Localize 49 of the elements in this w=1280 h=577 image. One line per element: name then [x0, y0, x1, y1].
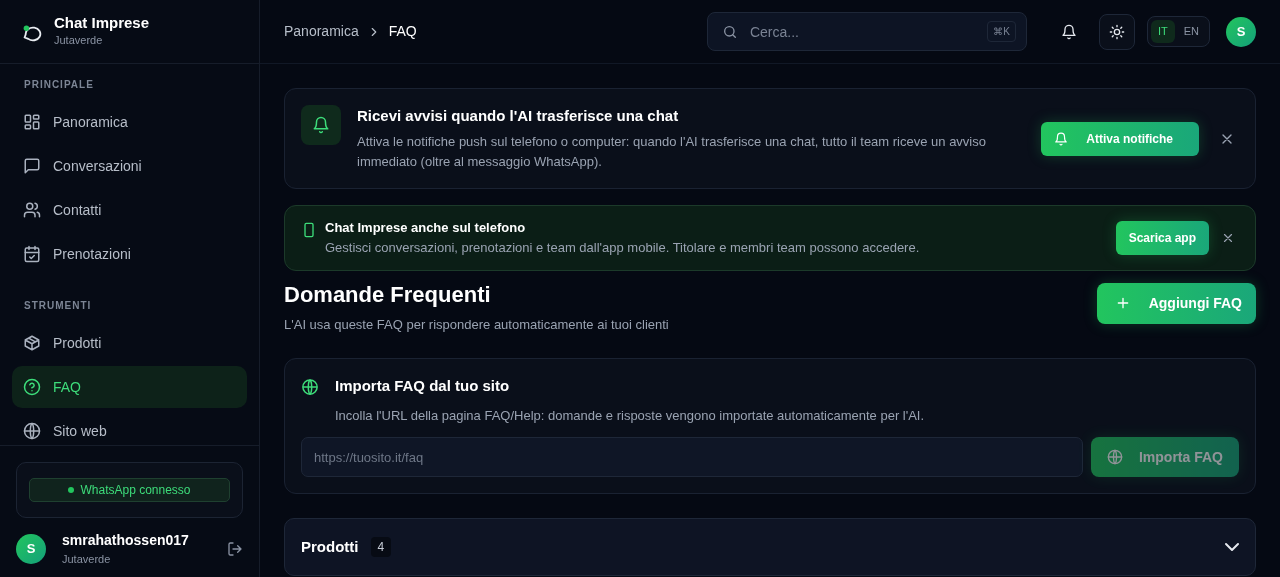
breadcrumb-current: FAQ: [388, 22, 417, 41]
banner-title: Ricevi avvisi quando l'AI trasferisce una chat: [357, 106, 680, 126]
shortcut-hint: ⌘K: [987, 21, 1016, 42]
bell-icon: [1054, 131, 1069, 146]
language-option[interactable]: EN: [1176, 20, 1206, 43]
category-row[interactable]: Prodotti 4: [284, 518, 1256, 577]
section-heading: PRINCIPALE: [23, 78, 95, 92]
bell-icon: [301, 105, 341, 145]
banner-title: Chat Imprese anche sul telefono: [325, 219, 527, 237]
category-name: Prodotti: [301, 537, 359, 558]
grid-icon: [23, 113, 41, 131]
calendar-icon: [23, 245, 41, 263]
import-title: Importa FAQ dal tuo sito: [335, 376, 510, 397]
globe-icon: [23, 422, 41, 440]
sidebar-item[interactable]: Panoramica: [12, 101, 247, 143]
bell-icon: [1060, 23, 1077, 40]
package-icon: [23, 334, 41, 352]
search-field[interactable]: Cerca...: [747, 13, 978, 50]
help-circle-icon: [23, 378, 41, 396]
page-title: Domande Frequenti: [284, 282, 492, 307]
sidebar-item[interactable]: Conversazioni: [12, 145, 247, 187]
globe-icon: [301, 377, 319, 396]
sidebar-item[interactable]: Prenotazioni: [12, 233, 247, 275]
sidebar-item[interactable]: Contatti: [12, 189, 247, 231]
banner-text: Gestisci conversazioni, prenotazioni e team dall'app mobile. Titolare e membri team possono accedere.: [325, 238, 921, 257]
theme-toggle-button[interactable]: [1098, 13, 1135, 50]
chat-bubble-icon: [23, 157, 41, 175]
language-option[interactable]: IT: [1150, 20, 1175, 43]
breadcrumb-link[interactable]: Panoramica: [284, 21, 359, 42]
sun-icon: [1108, 23, 1125, 40]
brand-name: Chat Imprese: [54, 14, 150, 33]
brand-subtitle: Jutaverde: [54, 33, 104, 49]
search-box[interactable]: Cerca... ⌘K: [706, 12, 1027, 51]
logout-icon[interactable]: [227, 540, 243, 557]
sidebar-item[interactable]: FAQ: [12, 366, 247, 408]
banner-text: Attiva le notifiche push sul telefono o computer: quando l'AI trasferisce una chat, tutto il team riceve un avviso immediato (oltre al messaggio WhatsApp).: [357, 132, 987, 171]
people-icon: [23, 201, 41, 219]
sidebar-item[interactable]: Prodotti: [12, 322, 247, 364]
sidebar-item[interactable]: Sito web: [12, 410, 247, 445]
phone-icon: [301, 222, 317, 238]
count-badge: 4: [370, 537, 392, 558]
status-label: WhatsApp connesso: [80, 482, 191, 499]
user-organization: Jutaverde: [62, 552, 112, 567]
search-icon: [721, 23, 738, 40]
user-name: smrahathossen017: [62, 531, 190, 550]
page-subtitle: L'AI usa queste FAQ per rispondere automaticamente ai tuoi clienti: [284, 315, 669, 334]
section-heading: STRUMENTI: [23, 299, 93, 313]
import-description: Incolla l'URL della pagina FAQ/Help: domande e risposte vengono importate automaticamente per l'AI.: [335, 406, 926, 425]
globe-icon: [1107, 449, 1123, 466]
